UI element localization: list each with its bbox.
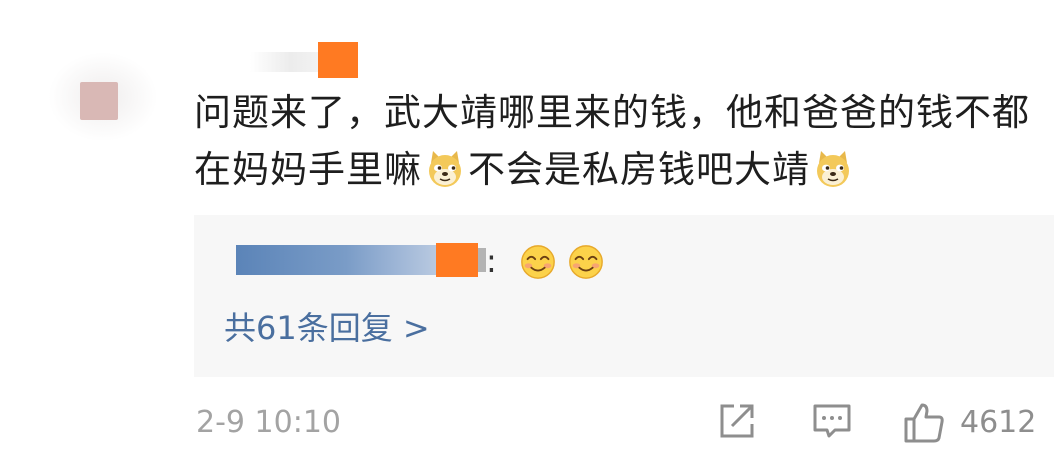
reply-username-blur-blue <box>236 245 436 275</box>
view-all-replies-link[interactable]: 共61条回复 > <box>224 308 430 348</box>
share-icon <box>720 404 754 438</box>
reply-username-blur-gray <box>478 248 486 272</box>
comment-text: 问题来了，武大靖哪里来的钱，他和爸爸的钱不都在妈妈手里嘛 不会是私房钱吧大靖 <box>194 84 1044 198</box>
username-blur-gray <box>250 52 318 72</box>
share-button[interactable] <box>716 400 758 446</box>
username-blur-orange <box>318 42 358 78</box>
comment-timestamp: 2-9 10:10 <box>196 405 341 440</box>
username-redacted[interactable] <box>250 42 360 78</box>
comment-button[interactable] <box>811 400 853 446</box>
reply-username-blur-orange <box>436 243 478 277</box>
avatar[interactable] <box>80 82 118 120</box>
reply-username-redacted[interactable] <box>236 240 486 280</box>
smile-icon <box>521 245 555 279</box>
like-button[interactable]: 4612 <box>902 400 1036 446</box>
reply-colon: : <box>486 242 497 280</box>
comment-text-part2: 不会是私房钱吧大靖 <box>468 148 810 191</box>
smile-icon <box>569 245 603 279</box>
reply-preview-box[interactable]: : 共61条回复 > <box>194 215 1054 377</box>
thumbs-up-icon <box>904 403 944 443</box>
doge-icon <box>429 151 461 187</box>
like-count: 4612 <box>960 405 1037 440</box>
comment-icon <box>813 404 851 438</box>
doge-icon <box>817 151 849 187</box>
reply-content <box>514 243 610 283</box>
